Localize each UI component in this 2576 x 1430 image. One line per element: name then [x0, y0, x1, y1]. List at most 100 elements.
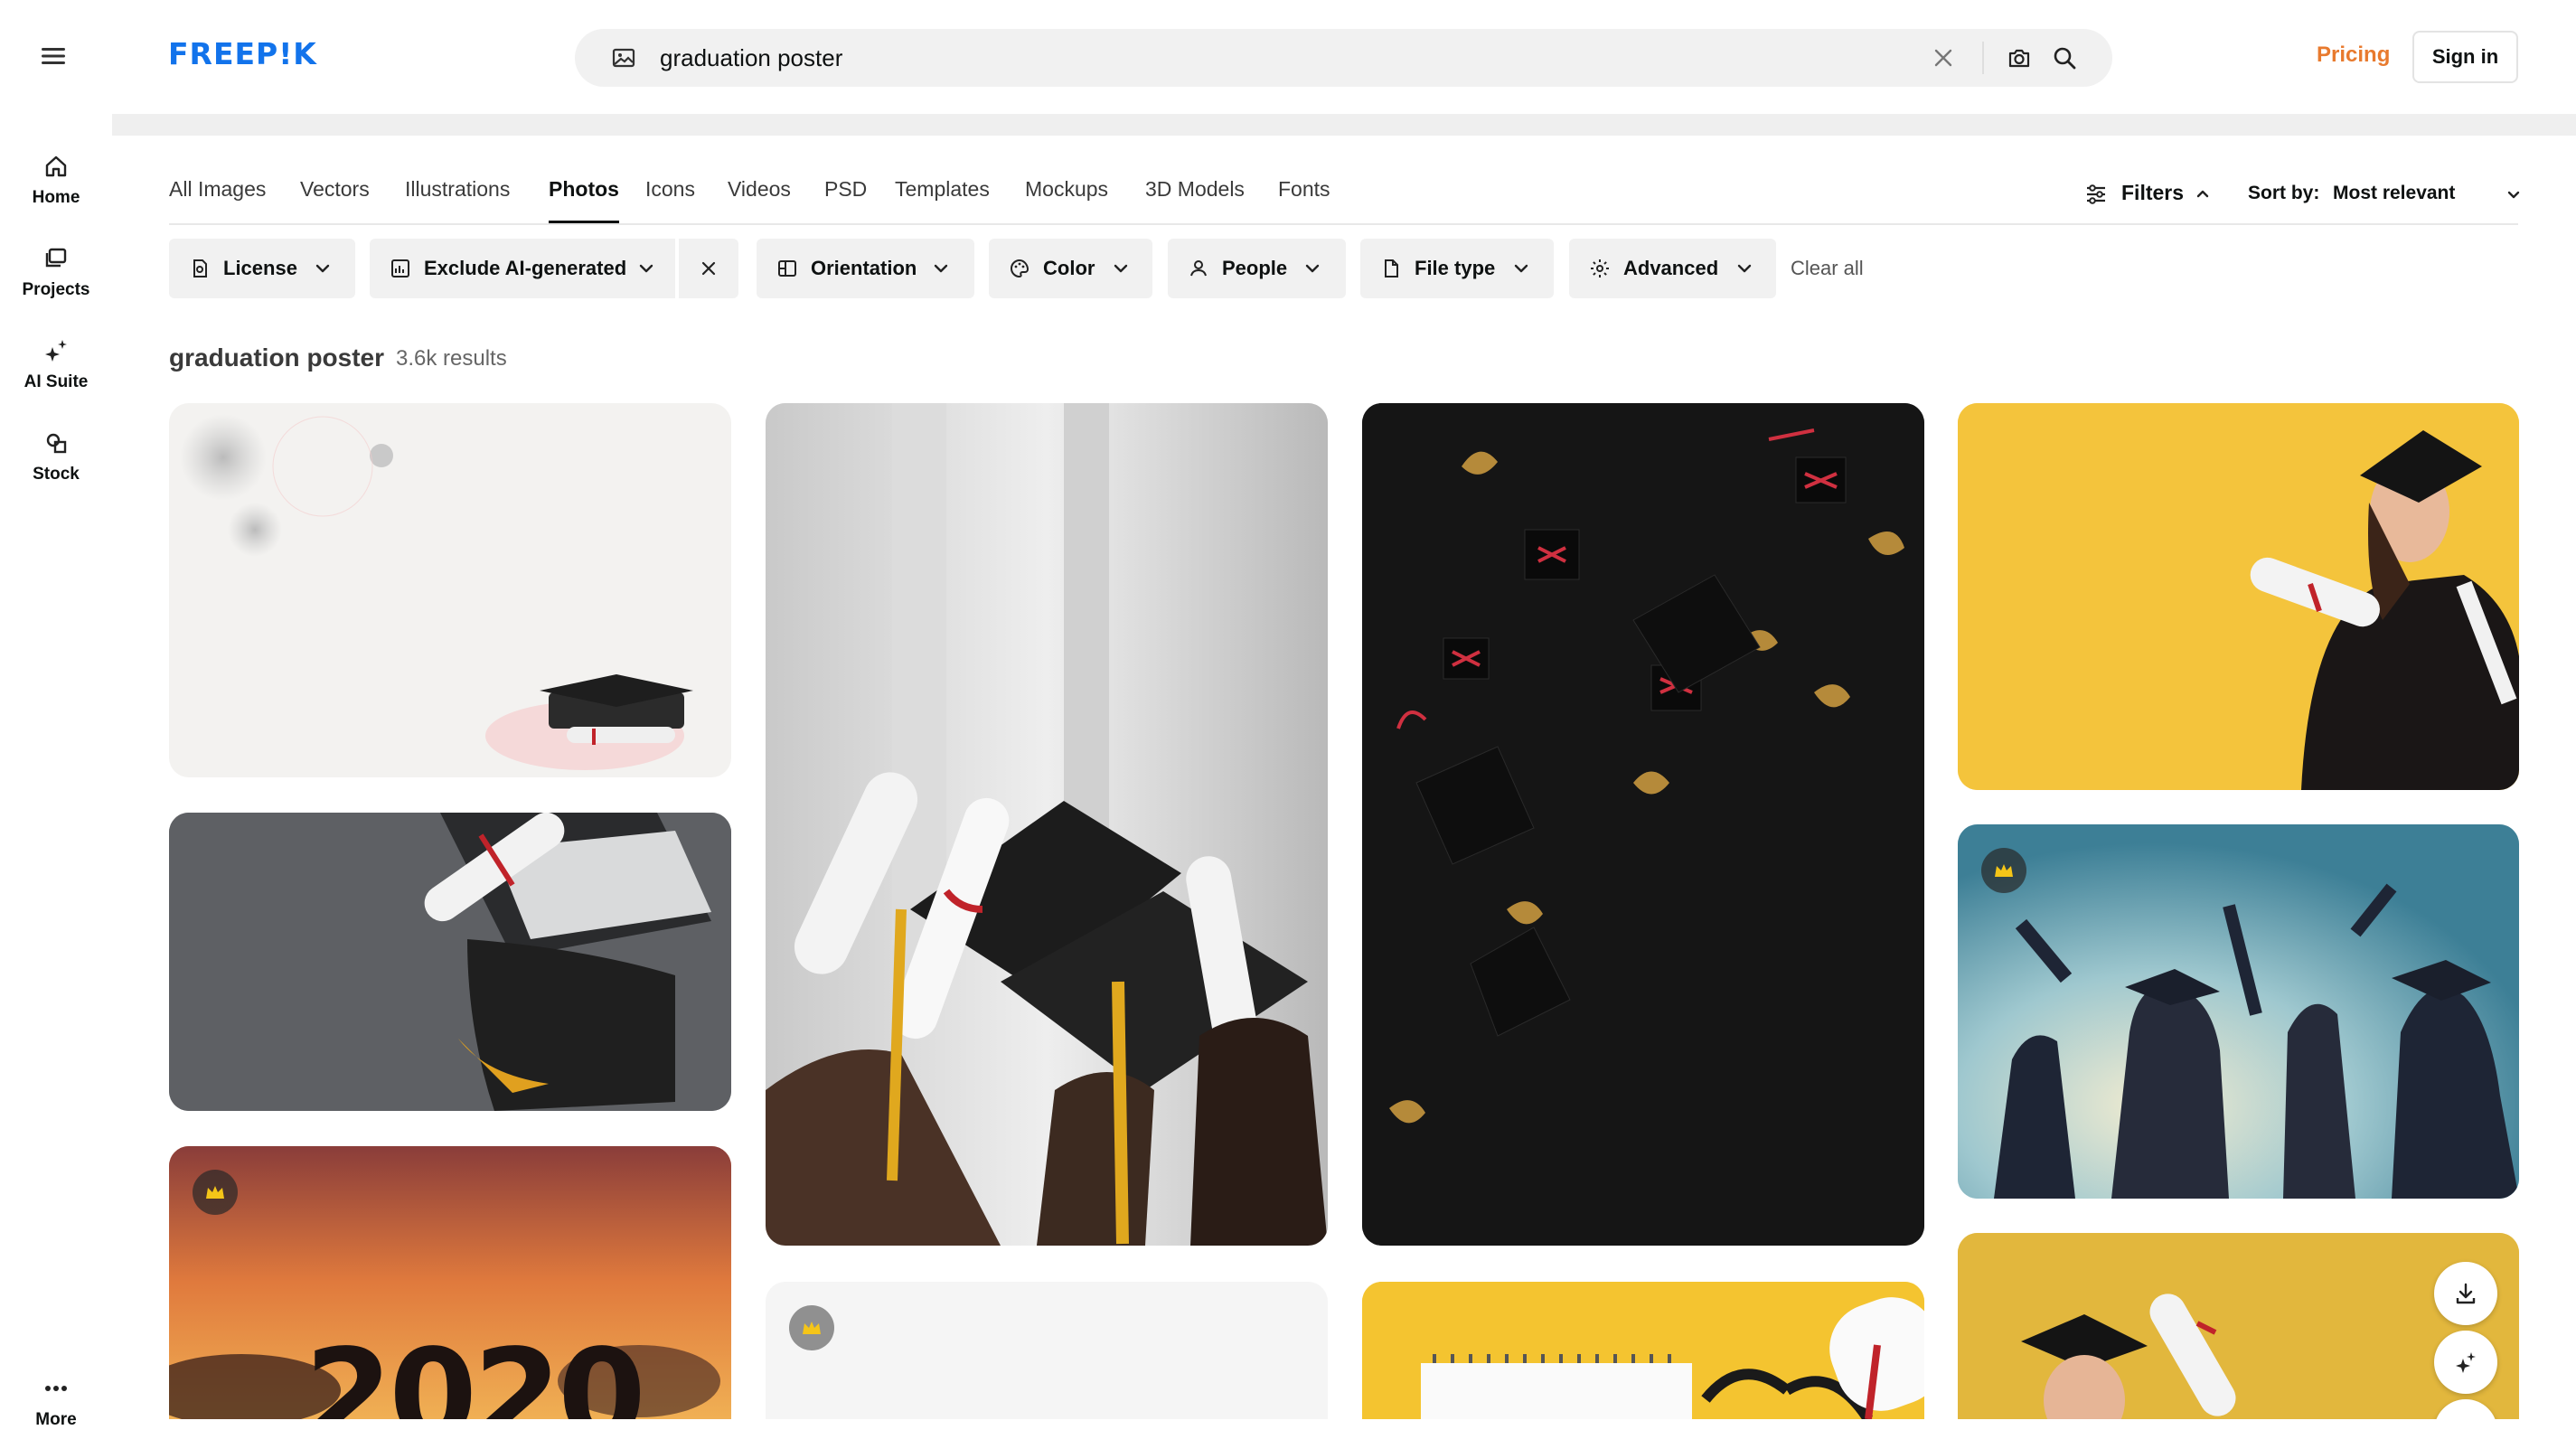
clear-search-icon[interactable] — [1931, 45, 1956, 71]
chevron-down-icon — [315, 264, 330, 273]
remove-exclude-ai-button[interactable] — [679, 239, 738, 298]
camera-search-icon[interactable] — [2007, 45, 2032, 71]
home-icon — [45, 155, 67, 177]
sort-dropdown[interactable]: Most relevant — [2333, 183, 2520, 204]
tab-videos[interactable]: Videos — [728, 177, 791, 202]
card-diploma-laptop-grey[interactable] — [169, 813, 731, 1111]
tabs-divider — [169, 223, 2518, 225]
card-light-grey-premium[interactable] — [766, 1282, 1328, 1419]
tab-3d-models[interactable]: 3D Models — [1145, 177, 1245, 202]
people-filter-chip[interactable]: People — [1168, 239, 1346, 298]
exclude-ai-filter-chip[interactable]: Exclude AI-generated — [370, 239, 675, 298]
sparkles-icon — [45, 340, 67, 362]
chip-label: Advanced — [1623, 257, 1719, 279]
card-yellow-notebook-glasses[interactable] — [1362, 1282, 1924, 1419]
gear-icon — [1591, 259, 1609, 278]
chevron-down-icon — [934, 264, 948, 273]
card-2020-sunset[interactable]: 2020 — [169, 1146, 731, 1419]
active-tab-underline — [549, 221, 619, 223]
results-count: 3.6k results — [396, 346, 507, 371]
header-divider-band — [112, 114, 2576, 136]
tab-photos[interactable]: Photos — [549, 177, 619, 202]
tab-fonts[interactable]: Fonts — [1278, 177, 1330, 202]
search-separator — [1982, 42, 1984, 74]
crown-icon — [206, 1186, 224, 1199]
chevron-down-icon — [639, 264, 653, 273]
search-input[interactable] — [660, 40, 1564, 76]
card-black-gifts-leaves[interactable] — [1362, 403, 1924, 1246]
people-icon — [1190, 260, 1207, 277]
download-icon — [2456, 1283, 2476, 1304]
pricing-link[interactable]: Pricing — [2317, 42, 2390, 68]
card-woman-yellow-diploma[interactable] — [1958, 403, 2519, 790]
sidebar-item-projects[interactable]: Projects — [0, 244, 112, 300]
sign-in-button[interactable]: Sign in — [2412, 31, 2518, 83]
tab-illustrations[interactable]: Illustrations — [405, 177, 510, 202]
license-filter-chip[interactable]: License — [169, 239, 355, 298]
sort-value-text: Most relevant — [2333, 183, 2456, 203]
sidebar-item-home[interactable]: Home — [0, 152, 112, 208]
filters-label: Filters — [2121, 181, 2185, 204]
sidebar-item-more[interactable]: More — [0, 1374, 112, 1430]
freepik-logo[interactable]: FREEP!K — [168, 36, 317, 71]
chip-label: Orientation — [811, 257, 917, 279]
premium-badge — [1981, 848, 2026, 893]
projects-icon — [45, 248, 67, 268]
left-sidebar: Home Projects AI Suite Stock More — [0, 114, 112, 1429]
orientation-filter-chip[interactable]: Orientation — [757, 239, 974, 298]
chevron-down-icon — [1114, 264, 1128, 273]
image-type-icon[interactable] — [611, 45, 636, 71]
sidebar-item-label: More — [35, 1410, 77, 1429]
chevron-down-icon — [1737, 264, 1752, 273]
premium-badge — [789, 1305, 834, 1350]
sparkles-icon — [2456, 1352, 2476, 1373]
license-icon — [193, 259, 207, 278]
download-button[interactable] — [2434, 1262, 2497, 1325]
card-image — [766, 403, 1328, 1246]
tab-templates[interactable]: Templates — [895, 177, 990, 202]
advanced-filter-chip[interactable]: Advanced — [1569, 239, 1776, 298]
chevron-down-icon — [2507, 191, 2520, 199]
sidebar-item-label: AI Suite — [24, 372, 89, 391]
search-icon[interactable] — [2052, 45, 2077, 71]
card-graduates-silhouette-sky[interactable] — [1958, 824, 2519, 1199]
chevron-up-icon — [2196, 190, 2209, 198]
sidebar-item-label: Stock — [33, 465, 80, 484]
more-dots-icon — [45, 1386, 67, 1391]
chip-label: Color — [1043, 257, 1095, 279]
tab-psd[interactable]: PSD — [824, 177, 867, 202]
close-icon — [701, 261, 716, 276]
tab-all-images[interactable]: All Images — [169, 177, 266, 202]
orientation-icon — [778, 260, 796, 277]
tab-mockups[interactable]: Mockups — [1025, 177, 1108, 202]
card-hands-caps-diplomas[interactable] — [766, 403, 1328, 1246]
clear-all-filters-link[interactable]: Clear all — [1791, 257, 1864, 280]
card-image — [1958, 403, 2519, 790]
sidebar-item-label: Home — [32, 188, 80, 207]
card-overlay-text: 2020 — [305, 1322, 646, 1419]
file-icon — [1385, 259, 1398, 278]
tab-vectors[interactable]: Vectors — [300, 177, 370, 202]
chip-label: File type — [1415, 257, 1496, 279]
search-bar[interactable] — [575, 29, 2112, 87]
card-woman-yellow-diploma-2[interactable] — [1958, 1233, 2519, 1419]
card-image — [1958, 1233, 2519, 1419]
sidebar-item-ai-suite[interactable]: AI Suite — [0, 336, 112, 392]
file-type-filter-chip[interactable]: File type — [1360, 239, 1554, 298]
card-diploma-cap-white[interactable] — [169, 403, 731, 777]
color-filter-chip[interactable]: Color — [989, 239, 1152, 298]
card-image — [1362, 1282, 1924, 1419]
tab-icons[interactable]: Icons — [645, 177, 695, 202]
stock-icon — [46, 433, 67, 454]
sidebar-item-stock[interactable]: Stock — [0, 428, 112, 485]
sidebar-item-label: Projects — [22, 280, 90, 299]
ai-chart-icon — [391, 259, 409, 278]
chevron-down-icon — [1514, 264, 1528, 273]
card-image — [169, 813, 731, 1111]
hamburger-menu-icon[interactable] — [40, 42, 67, 70]
crown-icon — [1995, 864, 2013, 877]
premium-badge — [193, 1170, 238, 1215]
ai-edit-button[interactable] — [2434, 1331, 2497, 1394]
chip-label: License — [223, 257, 297, 279]
card-image — [1362, 403, 1924, 1246]
